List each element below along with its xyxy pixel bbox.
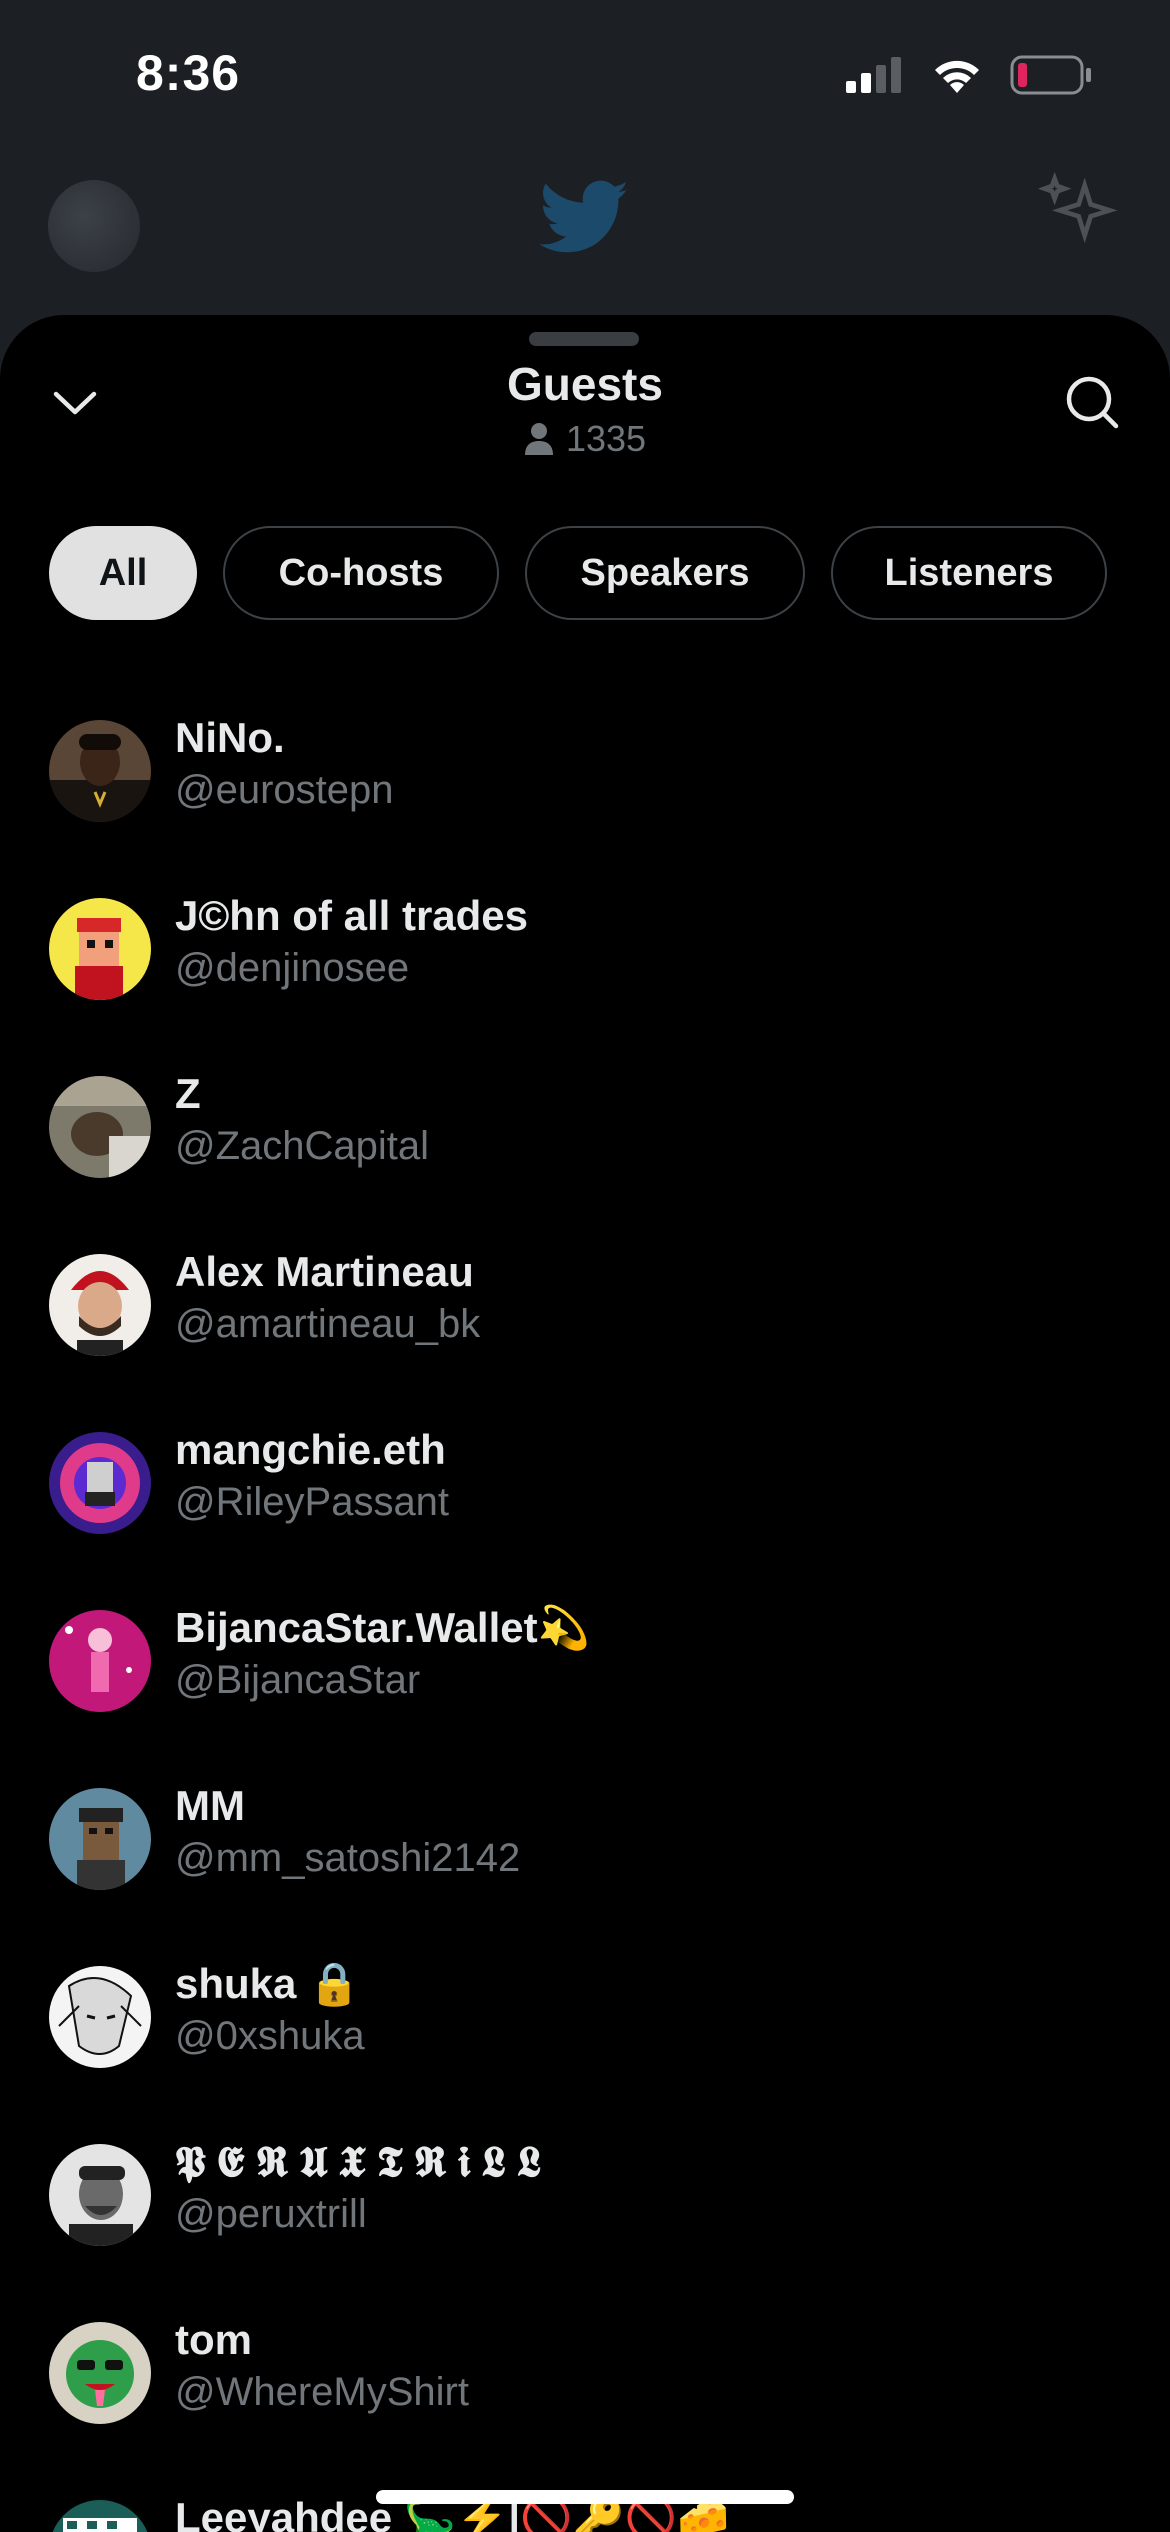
status-bar: 8:36 xyxy=(0,0,1170,150)
guest-count-value: 1335 xyxy=(565,418,647,459)
search-button[interactable] xyxy=(1054,364,1130,440)
avatar[interactable] xyxy=(49,720,151,822)
guest-row[interactable]: mangchie.eth @RileyPassant xyxy=(0,1412,1170,1590)
guest-name: MM xyxy=(175,1782,245,1829)
profile-avatar xyxy=(48,180,140,272)
guest-handle: @amartineau_bk xyxy=(175,1302,481,1346)
filter-chip-all[interactable]: All xyxy=(49,526,197,620)
guest-row[interactable]: 𝕻 𝕰 𝕽 𝖀 𝖃 𝕿 𝕽 𝖎 𝕷 𝕷 @peruxtrill xyxy=(0,2124,1170,2302)
status-time: 8:36 xyxy=(136,45,241,101)
status-icons xyxy=(846,55,1092,95)
guest-handle: @peruxtrill xyxy=(175,2192,367,2236)
guest-row[interactable]: tom @WhereMyShirt xyxy=(0,2302,1170,2480)
avatar[interactable] xyxy=(49,898,151,1000)
sheet-title: Guests xyxy=(507,358,663,410)
guest-row[interactable]: MM @mm_satoshi2142 xyxy=(0,1768,1170,1946)
guest-handle: @0xshuka xyxy=(175,2014,365,2058)
guest-row[interactable]: Leeyahdee 🦕⚡️|🚫🔑🚫🧀 xyxy=(0,2480,1170,2532)
guest-name: Alex Martineau xyxy=(175,1248,474,1295)
guest-row[interactable]: NiNo. @eurostepn xyxy=(0,700,1170,878)
avatar[interactable] xyxy=(49,1610,151,1712)
guest-handle: @BijancaStar xyxy=(175,1658,421,1702)
guest-handle: @RileyPassant xyxy=(175,1480,450,1524)
wifi-icon xyxy=(935,60,979,93)
guest-name: NiNo. xyxy=(175,714,285,761)
guest-row[interactable]: BijancaStar.Wallet💫 @BijancaStar xyxy=(0,1590,1170,1768)
filter-chips: All Co-hosts Speakers Listeners xyxy=(49,526,1107,620)
guest-handle: @WhereMyShirt xyxy=(175,2370,469,2414)
avatar[interactable] xyxy=(49,2144,151,2246)
avatar[interactable] xyxy=(49,2500,151,2532)
guest-list: NiNo. @eurostepn J©hn of all trades @den… xyxy=(0,700,1170,2532)
guest-name: Z xyxy=(175,1070,201,1117)
guest-handle: @mm_satoshi2142 xyxy=(175,1836,521,1880)
filter-chip-speakers[interactable]: Speakers xyxy=(525,526,805,620)
guest-name: mangchie.eth xyxy=(175,1426,446,1473)
filter-chip-listeners[interactable]: Listeners xyxy=(831,526,1107,620)
guest-name: BijancaStar.Wallet💫 xyxy=(175,1604,590,1651)
filter-chip-co-hosts[interactable]: Co-hosts xyxy=(223,526,499,620)
guest-name: shuka 🔒 xyxy=(175,1960,361,2007)
guest-handle: @ZachCapital xyxy=(175,1124,430,1168)
search-icon xyxy=(1066,376,1119,429)
background-app-header xyxy=(0,150,1170,320)
avatar[interactable] xyxy=(49,1966,151,2068)
avatar[interactable] xyxy=(49,1254,151,1356)
sheet-grabber-handle[interactable] xyxy=(529,332,639,346)
guest-count: 1335 xyxy=(0,418,1170,460)
guest-row[interactable]: Alex Martineau @amartineau_bk xyxy=(0,1234,1170,1412)
home-indicator[interactable] xyxy=(376,2490,794,2504)
guest-handle: @eurostepn xyxy=(175,768,394,812)
person-icon xyxy=(524,423,553,455)
guest-row[interactable]: shuka 🔒 @0xshuka xyxy=(0,1946,1170,2124)
avatar[interactable] xyxy=(49,1788,151,1890)
guest-row[interactable]: Z @ZachCapital xyxy=(0,1056,1170,1234)
avatar[interactable] xyxy=(49,1076,151,1178)
twitter-bird-icon xyxy=(540,180,629,253)
cellular-signal-icon xyxy=(846,57,901,93)
guest-name: tom xyxy=(175,2316,252,2363)
guest-row[interactable]: J©hn of all trades @denjinosee xyxy=(0,878,1170,1056)
sparkle-icon xyxy=(1038,172,1118,244)
guests-sheet: Guests 1335 All Co-hosts Speakers Listen… xyxy=(0,315,1170,2532)
avatar[interactable] xyxy=(49,1432,151,1534)
battery-low-icon xyxy=(1010,55,1091,95)
guest-handle: @denjinosee xyxy=(175,946,410,990)
avatar[interactable] xyxy=(49,2322,151,2424)
guest-name: J©hn of all trades xyxy=(175,892,529,939)
guest-name: 𝕻 𝕰 𝕽 𝖀 𝖃 𝕿 𝕽 𝖎 𝕷 𝕷 xyxy=(175,2138,542,2185)
